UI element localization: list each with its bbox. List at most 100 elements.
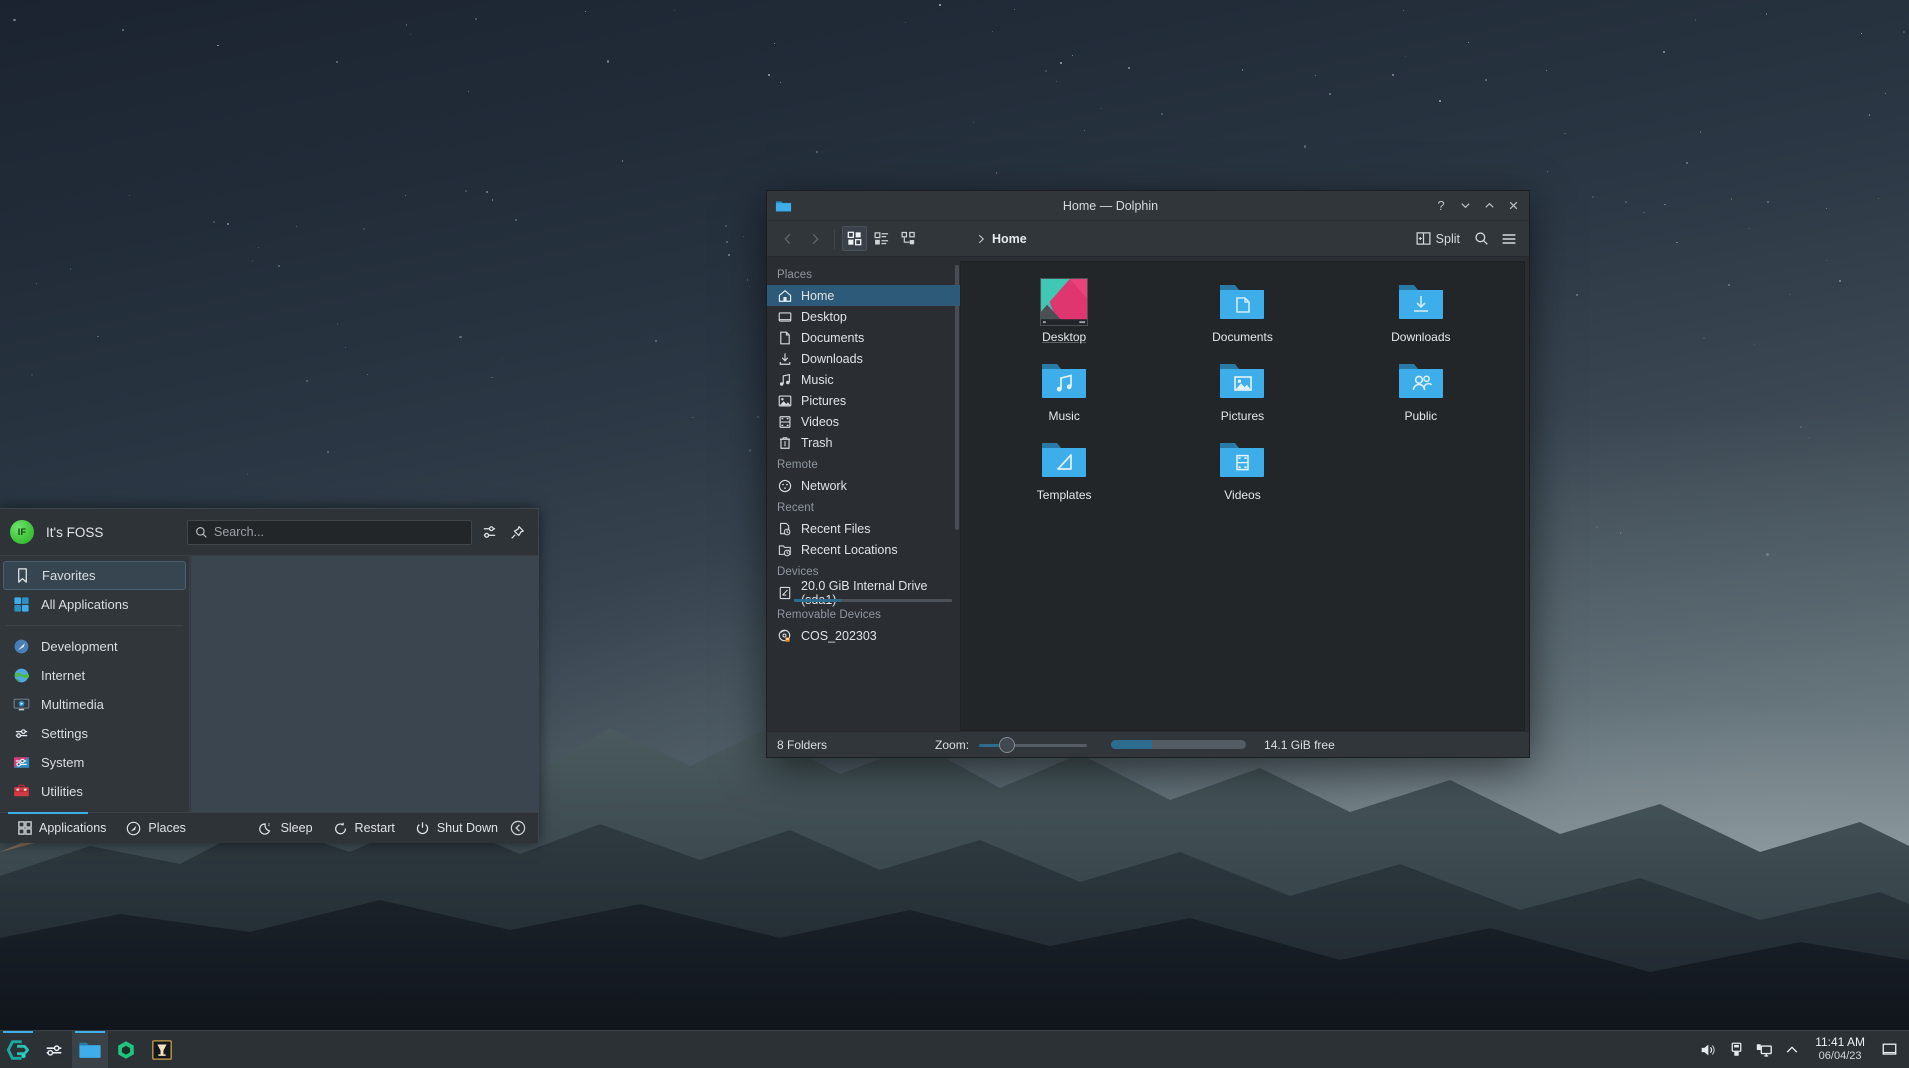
avatar[interactable]: IF bbox=[10, 520, 34, 544]
place-item-trash[interactable]: Trash bbox=[767, 432, 960, 453]
place-item-desktop[interactable]: Desktop bbox=[767, 306, 960, 327]
place-item-videos[interactable]: Videos bbox=[767, 411, 960, 432]
footer-places-tab[interactable]: Places bbox=[116, 813, 196, 843]
place-item-recent-locations[interactable]: Recent Locations bbox=[767, 539, 960, 560]
category-label: All Applications bbox=[41, 597, 128, 612]
close-button[interactable] bbox=[1501, 195, 1525, 217]
sleep-button[interactable]: z Sleep bbox=[249, 813, 323, 843]
sidebar-item-all-applications[interactable]: All Applications bbox=[3, 590, 186, 619]
folder-item-videos[interactable]: Videos bbox=[1182, 436, 1302, 515]
compact-view-icon bbox=[901, 231, 916, 246]
category-label: Multimedia bbox=[41, 697, 104, 712]
configure-button[interactable] bbox=[478, 521, 500, 543]
volume-icon[interactable] bbox=[1695, 1031, 1721, 1068]
grid-apps-icon bbox=[18, 821, 32, 835]
sliders-icon bbox=[482, 525, 497, 540]
folder-item-music[interactable]: Music bbox=[1004, 357, 1124, 436]
place-item-pictures[interactable]: Pictures bbox=[767, 390, 960, 411]
footer-applications-tab[interactable]: Applications bbox=[8, 813, 116, 843]
category-label: Favorites bbox=[42, 568, 95, 583]
place-item-documents[interactable]: Documents bbox=[767, 327, 960, 348]
display-network-icon[interactable] bbox=[1751, 1031, 1777, 1068]
shutdown-button[interactable]: Shut Down bbox=[405, 813, 508, 843]
folder-item-desktop[interactable]: Desktop bbox=[1004, 278, 1124, 357]
folder-item-templates[interactable]: Templates bbox=[1004, 436, 1124, 515]
dolphin-taskbar-button[interactable] bbox=[72, 1031, 108, 1068]
zoom-slider[interactable] bbox=[979, 736, 1087, 754]
dolphin-statusbar: 8 Folders Zoom: 14.1 GiB free bbox=[767, 731, 1529, 757]
places-section-header: Recent bbox=[767, 496, 960, 518]
system-icon bbox=[11, 753, 31, 773]
pin-button[interactable] bbox=[506, 521, 528, 543]
collapse-button[interactable] bbox=[508, 813, 530, 843]
green-hexagon-app-button[interactable] bbox=[108, 1031, 144, 1068]
search-box[interactable] bbox=[187, 520, 472, 545]
place-item-home[interactable]: Home bbox=[767, 285, 960, 306]
show-hidden-icons-chevron[interactable] bbox=[1779, 1031, 1805, 1068]
clock-widget[interactable]: 11:41 AM 06/04/23 bbox=[1807, 1036, 1873, 1062]
usb-device-icon[interactable] bbox=[1723, 1031, 1749, 1068]
sidebar-item-multimedia[interactable]: Multimedia bbox=[3, 690, 186, 719]
document-icon bbox=[777, 330, 792, 345]
place-item-removable-disc[interactable]: COS_202303 bbox=[767, 625, 960, 646]
dolphin-titlebar[interactable]: Home — Dolphin ? bbox=[767, 191, 1529, 221]
folder-item-public[interactable]: Public bbox=[1361, 357, 1481, 436]
usb-drive-icon bbox=[1728, 1041, 1745, 1058]
place-item-network[interactable]: Network bbox=[767, 475, 960, 496]
kickoff-header: IF It's FOSS bbox=[0, 509, 538, 556]
application-launcher-menu[interactable]: IF It's FOSS bbox=[0, 508, 539, 843]
back-button[interactable] bbox=[775, 226, 800, 251]
folder-item-downloads[interactable]: Downloads bbox=[1361, 278, 1481, 357]
sidebar-item-settings[interactable]: Settings bbox=[3, 719, 186, 748]
dolphin-window[interactable]: Home — Dolphin ? bbox=[766, 190, 1530, 758]
breadcrumb[interactable]: Home bbox=[975, 232, 1407, 246]
search-button[interactable] bbox=[1469, 226, 1494, 251]
restart-button[interactable]: Restart bbox=[323, 813, 405, 843]
place-label: COS_202303 bbox=[801, 629, 877, 643]
place-item-recent-files[interactable]: Recent Files bbox=[767, 518, 960, 539]
zoom-slider-knob[interactable] bbox=[999, 737, 1015, 753]
forward-button[interactable] bbox=[802, 226, 827, 251]
system-settings-launcher[interactable] bbox=[36, 1031, 72, 1068]
chevron-down-icon bbox=[1459, 199, 1472, 212]
details-view-icon bbox=[874, 231, 889, 246]
sidebar-item-internet[interactable]: Internet bbox=[3, 661, 186, 690]
minimize-button[interactable] bbox=[1453, 195, 1477, 217]
divider bbox=[6, 625, 183, 626]
show-desktop-button[interactable] bbox=[1875, 1031, 1903, 1068]
place-label: Recent Locations bbox=[801, 543, 898, 557]
file-view-area[interactable]: Desktop Documents bbox=[960, 261, 1525, 731]
folder-label: Pictures bbox=[1221, 409, 1264, 423]
hamburger-menu-button[interactable] bbox=[1496, 226, 1521, 251]
sidebar-item-utilities[interactable]: Utilities bbox=[3, 777, 186, 806]
wine-app-button[interactable] bbox=[144, 1031, 180, 1068]
place-label: Pictures bbox=[801, 394, 846, 408]
footer-label: Restart bbox=[355, 821, 395, 835]
category-label: Utilities bbox=[41, 784, 83, 799]
folder-label: Documents bbox=[1212, 330, 1273, 344]
icons-view-button[interactable] bbox=[842, 226, 867, 251]
sidebar-item-system[interactable]: System bbox=[3, 748, 186, 777]
sidebar-item-favorites[interactable]: Favorites bbox=[3, 561, 186, 590]
svg-text:z: z bbox=[267, 823, 270, 828]
hard-drive-icon bbox=[777, 585, 792, 600]
sidebar-item-development[interactable]: Development bbox=[3, 632, 186, 661]
details-view-button[interactable] bbox=[869, 226, 894, 251]
place-item-music[interactable]: Music bbox=[767, 369, 960, 390]
pin-icon bbox=[510, 525, 525, 540]
application-launcher-button[interactable] bbox=[0, 1031, 36, 1068]
favorites-content-panel[interactable] bbox=[190, 556, 538, 812]
folder-templates-icon bbox=[1040, 436, 1088, 484]
maximize-button[interactable] bbox=[1477, 195, 1501, 217]
footer-label: Shut Down bbox=[437, 821, 498, 835]
help-button[interactable]: ? bbox=[1429, 195, 1453, 217]
folder-item-pictures[interactable]: Pictures bbox=[1182, 357, 1302, 436]
place-item-internal-drive[interactable]: 20.0 GiB Internal Drive (sda1) bbox=[767, 582, 960, 603]
split-button[interactable]: Split bbox=[1409, 226, 1467, 251]
compact-view-button[interactable] bbox=[896, 226, 921, 251]
place-item-downloads[interactable]: Downloads bbox=[767, 348, 960, 369]
download-icon bbox=[777, 351, 792, 366]
place-label: Network bbox=[801, 479, 847, 493]
folder-item-documents[interactable]: Documents bbox=[1182, 278, 1302, 357]
search-input[interactable] bbox=[214, 525, 464, 539]
